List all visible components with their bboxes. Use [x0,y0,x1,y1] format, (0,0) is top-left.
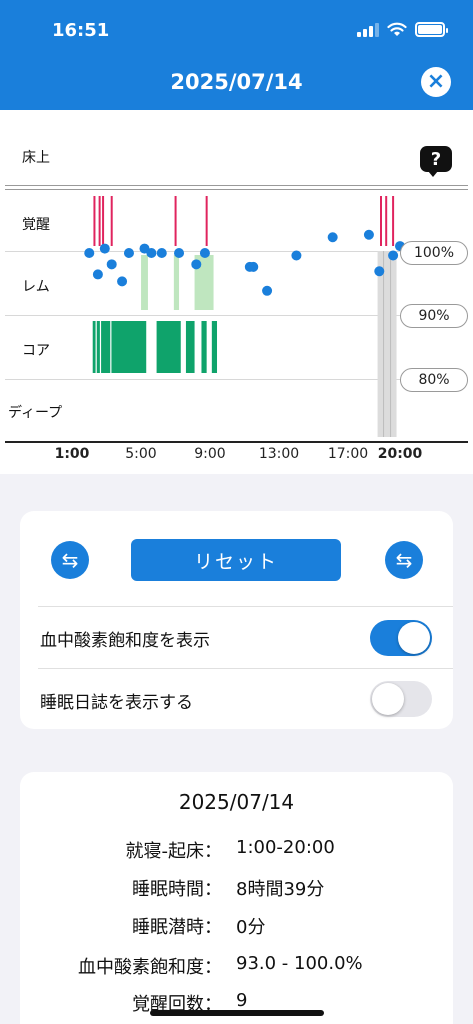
swap-arrows-icon: ⇆ [395,548,413,572]
signal-icon [357,22,379,37]
summary-value: 93.0 - 100.0% [236,953,363,974]
core-period [185,321,195,373]
status-time: 16:51 [52,20,110,41]
spo2-point [291,250,302,261]
sleep-diary-toggle[interactable] [370,681,432,717]
spo2-point [84,248,95,258]
wifi-icon [387,22,407,36]
highlight-window [377,251,397,437]
x-tick: 9:00 [194,446,226,462]
summary-card: 2025/07/14 就寝-起床： 1:00-20:00 睡眠時間： 8時間39… [20,772,453,1024]
x-tick: 1:00 [54,446,90,462]
summary-value: 8時間39分 [236,879,325,900]
spo2-point [92,269,103,280]
spo2-point [388,250,399,261]
spo2-toggle[interactable] [370,620,432,656]
x-tick: 13:00 [258,446,300,462]
x-tick: 20:00 [377,446,423,462]
spo2-point [363,229,374,240]
rem-period [141,255,148,310]
battery-icon [415,22,448,37]
core-period [201,321,207,373]
summary-label: 睡眠潜時： [132,917,222,938]
home-indicator [150,1010,324,1016]
summary-label: 睡眠時間： [132,879,222,900]
spo2-tick-100: 100% [400,241,468,265]
page-title: 2025/07/14 [170,70,303,94]
spo2-toggle-label: 血中酸素飽和度を表示 [40,631,210,651]
spo2-point [123,248,134,258]
spo2-point [117,276,128,287]
spo2-tick-80: 80% [400,368,468,392]
core-period [156,321,181,373]
spo2-point [374,266,385,277]
spo2-point [248,261,259,272]
sleep-plot [84,196,405,437]
spo2-point [106,259,117,270]
summary-value: 0分 [236,917,266,938]
summary-value: 9 [236,990,248,1011]
spo2-point [174,248,185,258]
spo2-point [199,248,210,258]
spo2-point [146,248,157,258]
summary-value: 1:00-20:00 [236,837,335,858]
controls-card: ⇆ リセット ⇆ 血中酸素飽和度を表示 睡眠日誌を表示する [20,511,453,729]
core-period [211,321,218,373]
rem-period [173,255,180,310]
spo2-point [327,232,338,243]
spo2-point [156,248,167,258]
sleep-diary-toggle-label: 睡眠日誌を表示する [40,693,193,713]
status-icons [357,22,448,37]
sleep-chart: 床上 ? 覚醒 レム コア ディープ 100% 90% 80% 1:00 5:0… [0,110,473,474]
spo2-point [262,285,273,296]
swap-arrows-icon: ⇆ [61,548,79,572]
summary-label: 就寝-起床： [125,841,223,862]
x-tick: 17:00 [327,446,369,462]
app-header: 16:51 2025/07/14 × [0,0,473,110]
reset-button[interactable]: リセット [131,539,341,581]
summary-label: 血中酸素飽和度： [78,957,222,978]
spo2-point [99,243,110,254]
spo2-point [191,259,202,270]
previous-swap-button[interactable]: ⇆ [51,541,89,579]
next-swap-button[interactable]: ⇆ [385,541,423,579]
summary-date: 2025/07/14 [178,790,295,814]
spo2-tick-90: 90% [400,304,468,328]
x-tick: 5:00 [125,446,157,462]
close-button[interactable]: × [421,67,451,97]
